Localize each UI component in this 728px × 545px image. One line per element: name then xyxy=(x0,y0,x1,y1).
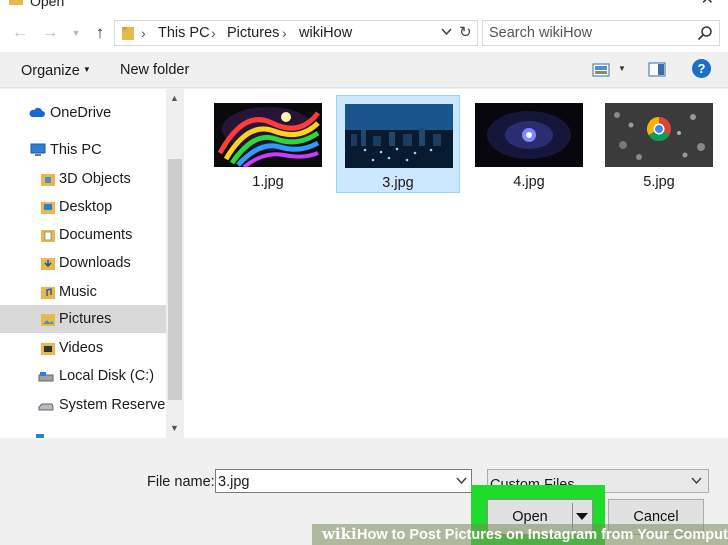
file-name-field[interactable]: 3.jpg xyxy=(215,469,472,493)
breadcrumb-pictures[interactable]: Pictures xyxy=(227,24,279,42)
breadcrumb-separator-icon: › xyxy=(282,25,287,41)
downloads-folder-icon xyxy=(41,258,55,270)
file-name-label: File name: xyxy=(147,474,215,490)
new-folder-button[interactable]: New folder xyxy=(120,61,189,79)
file-name-value[interactable]: 3.jpg xyxy=(218,473,249,491)
sidebar-item-label: 3D Objects xyxy=(59,171,131,187)
sidebar-item-label: OneDrive xyxy=(50,105,112,121)
chevron-down-icon[interactable] xyxy=(691,477,702,485)
close-icon[interactable]: ✕ xyxy=(701,0,714,8)
sidebar-item-label: This PC xyxy=(50,142,102,158)
chevron-down-icon[interactable] xyxy=(456,477,467,485)
forward-arrow-icon[interactable]: → xyxy=(40,22,60,44)
address-bar[interactable]: › This PC › Pictures › wikiHow ↻ xyxy=(114,20,478,46)
recent-locations-chevron-icon[interactable]: ▼ xyxy=(66,22,86,44)
documents-folder-icon xyxy=(41,230,55,242)
file-name: 3.jpg xyxy=(382,175,414,191)
sidebar-item-label: Pictures xyxy=(59,311,112,327)
scroll-up-arrow-icon[interactable]: ▲ xyxy=(170,93,179,103)
navigation-bar: ← → ▼ ↑ › This PC › Pictures › wikiHow ↻ xyxy=(0,12,728,52)
sidebar-item-label: Downloads xyxy=(59,255,131,271)
videos-folder-icon xyxy=(41,343,55,355)
cloud-icon xyxy=(29,107,45,117)
folder-icon xyxy=(122,27,134,40)
change-view-icon[interactable] xyxy=(592,63,610,77)
command-toolbar: Organize ▼ New folder ▼ ? xyxy=(0,52,728,88)
file-name: 5.jpg xyxy=(643,174,675,190)
window-title: Open xyxy=(30,0,65,9)
title-bar: Open ✕ xyxy=(0,0,728,12)
sidebar-item-this-pc[interactable]: This PC xyxy=(0,136,166,164)
file-item-4[interactable]: 4.jpg xyxy=(467,95,591,193)
search-icon[interactable] xyxy=(697,25,713,41)
file-list: 1.jpg 3.jpg 4.jpg 5.jpg xyxy=(184,89,728,438)
preview-pane-icon[interactable] xyxy=(648,62,666,77)
sidebar-item-downloads[interactable]: Downloads xyxy=(0,249,166,277)
sidebar-item-pictures[interactable]: Pictures xyxy=(0,305,166,333)
sidebar-item-label: Local Disk (C:) xyxy=(59,368,155,384)
sidebar-item-music[interactable]: Music xyxy=(0,278,166,306)
search-box[interactable] xyxy=(482,20,720,46)
file-item-5[interactable]: 5.jpg xyxy=(597,95,721,193)
breadcrumb-this-pc[interactable]: This PC xyxy=(158,24,210,42)
sidebar-item-label: Videos xyxy=(59,340,104,356)
wikihow-logo: wiki xyxy=(322,525,357,543)
scrollbar-thumb[interactable] xyxy=(168,159,182,400)
navigation-pane: OneDrive This PC 3D Objects Desktop Docu… xyxy=(0,89,166,438)
file-item-1[interactable]: 1.jpg xyxy=(206,95,330,193)
navigation-pane-scrollbar[interactable]: ▲ ▼ xyxy=(166,89,184,438)
3d-objects-folder-icon xyxy=(41,174,55,186)
file-name: 4.jpg xyxy=(513,174,545,190)
file-item-3[interactable]: 3.jpg xyxy=(336,95,460,193)
scroll-down-arrow-icon[interactable]: ▼ xyxy=(170,423,179,433)
sidebar-item-label: System Reserved xyxy=(59,397,166,413)
sidebar-item-label: Music xyxy=(59,284,97,300)
sidebar-item-label: Documents xyxy=(59,227,133,243)
disk-drive-icon xyxy=(38,372,54,382)
organize-label: Organize xyxy=(21,63,80,79)
sidebar-item-videos[interactable]: Videos xyxy=(0,334,166,362)
organize-button[interactable]: Organize ▼ xyxy=(21,61,91,80)
sidebar-item-system-reserved[interactable]: System Reserved xyxy=(0,391,166,419)
up-arrow-icon[interactable]: ↑ xyxy=(90,22,110,44)
image-thumbnail xyxy=(345,104,453,168)
music-folder-icon xyxy=(41,287,55,299)
image-thumbnail xyxy=(475,103,583,167)
refresh-icon[interactable]: ↻ xyxy=(459,23,472,43)
sidebar-item-desktop[interactable]: Desktop xyxy=(0,193,166,221)
breadcrumb-separator-icon: › xyxy=(141,25,146,41)
desktop-folder-icon xyxy=(41,202,55,214)
caret-down-icon[interactable] xyxy=(575,512,589,521)
sidebar-item-onedrive[interactable]: OneDrive xyxy=(0,99,166,127)
sidebar-item-label: Desktop xyxy=(59,199,113,215)
breadcrumb-wikihow[interactable]: wikiHow xyxy=(299,24,352,42)
sidebar-item-documents[interactable]: Documents xyxy=(0,221,166,249)
caret-down-icon: ▼ xyxy=(82,65,91,74)
help-icon[interactable]: ? xyxy=(692,59,711,78)
search-input[interactable] xyxy=(483,21,693,45)
address-dropdown-chevron-icon[interactable] xyxy=(441,28,452,36)
breadcrumb-separator-icon: › xyxy=(211,25,216,41)
wikihow-watermark: wiki How to Post Pictures on Instagram f… xyxy=(312,524,728,545)
sidebar-item-local-disk[interactable]: Local Disk (C:) xyxy=(0,362,166,390)
pictures-folder-icon xyxy=(41,314,55,326)
image-thumbnail xyxy=(214,103,322,167)
file-name: 1.jpg xyxy=(252,174,284,190)
view-options-caret-icon[interactable]: ▼ xyxy=(618,64,626,73)
computer-icon xyxy=(30,143,46,156)
disk-drive-icon xyxy=(38,403,54,411)
sidebar-item-3d-objects[interactable]: 3D Objects xyxy=(0,165,166,193)
watermark-text: How to Post Pictures on Instagram from Y… xyxy=(357,527,728,543)
folder-icon xyxy=(9,0,23,5)
back-arrow-icon[interactable]: ← xyxy=(10,22,30,44)
image-thumbnail xyxy=(605,103,713,167)
